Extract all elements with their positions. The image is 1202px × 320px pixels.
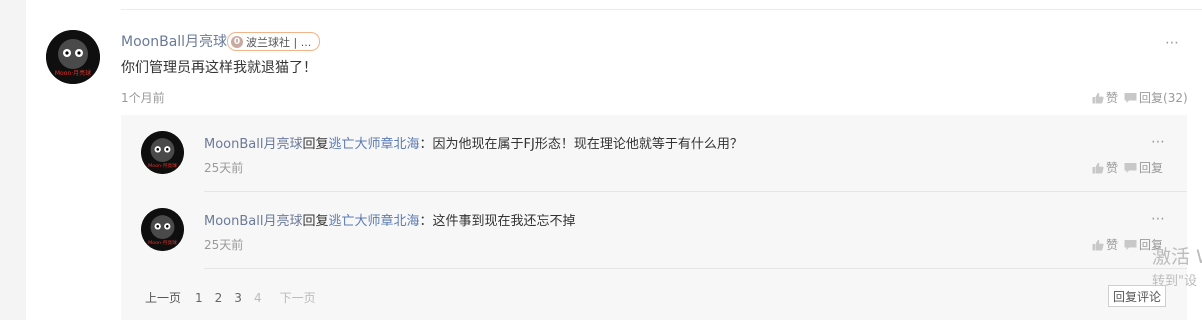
- reply-target-user[interactable]: 逃亡大师章北海: [329, 214, 420, 229]
- like-button[interactable]: 赞: [1092, 236, 1118, 253]
- pagination: 上一页 1 2 3 4 下一页: [145, 289, 316, 306]
- comment-actions: 赞 回复(32): [1092, 89, 1188, 106]
- like-button[interactable]: 赞: [1092, 159, 1118, 176]
- avatar[interactable]: Moon·月亮球: [46, 30, 100, 84]
- comment-text: 你们管理员再这样我就退猫了！: [121, 60, 317, 76]
- comment-bubble-icon: [1124, 239, 1137, 250]
- moonball-avatar-icon: Moon·月亮球: [46, 30, 100, 84]
- reply-word: 回复: [302, 214, 329, 229]
- comment-bubble-icon: [1124, 162, 1137, 173]
- page-4-button[interactable]: 4: [254, 291, 262, 305]
- thumbs-up-icon: [1092, 92, 1104, 103]
- moonball-avatar-icon: Moon·月亮球: [141, 208, 184, 251]
- comment-time: 1个月前: [121, 91, 165, 105]
- reply-button[interactable]: 回复: [1124, 159, 1163, 176]
- more-options-icon[interactable]: ⋯: [1151, 135, 1166, 149]
- reply-avatar[interactable]: Moon·月亮球: [141, 208, 184, 251]
- activation-watermark-subtitle: 转到"设: [1152, 274, 1197, 289]
- reply-content: MoonBall月亮球回复逃亡大师章北海：这件事到现在我还忘不掉: [204, 210, 576, 229]
- moonball-avatar-icon: Moon·月亮球: [141, 131, 184, 174]
- page-2-button[interactable]: 2: [215, 291, 223, 305]
- reply-divider: [204, 268, 1187, 269]
- group-badge[interactable]: 0 波兰球社 | ...: [227, 32, 321, 51]
- reply-username[interactable]: MoonBall月亮球: [204, 137, 302, 152]
- reply-username[interactable]: MoonBall月亮球: [204, 214, 302, 229]
- page: Moon·月亮球 MoonBall月亮球 0 波兰球社 | ... ⋯ 你们管理…: [0, 0, 1202, 320]
- reply-count-label: 回复(32): [1139, 91, 1188, 105]
- reply-content: MoonBall月亮球回复逃亡大师章北海：因为他现在属于FJ形态！现在理论他就等…: [204, 133, 743, 152]
- reply-colon: ：: [419, 214, 433, 229]
- reply-time: 25天前: [204, 161, 244, 175]
- level-badge: 0: [231, 35, 243, 48]
- like-label: 赞: [1106, 238, 1119, 252]
- activation-watermark-title: 激活 W: [1152, 246, 1202, 268]
- like-label: 赞: [1106, 161, 1119, 175]
- reply-avatar[interactable]: Moon·月亮球: [141, 131, 184, 174]
- svg-text:Moon·月亮球: Moon·月亮球: [55, 69, 91, 77]
- group-name: 波兰球社 | ...: [246, 35, 312, 49]
- reply-colon: ：: [419, 137, 433, 152]
- reply-text: 这件事到现在我还忘不掉: [432, 214, 576, 229]
- reply-text: 因为他现在属于FJ形态！现在理论他就等于有什么用？: [432, 137, 743, 152]
- thumbs-up-icon: [1092, 162, 1104, 173]
- more-options-icon[interactable]: ⋯: [1165, 36, 1180, 50]
- page-3-button[interactable]: 3: [234, 291, 242, 305]
- more-options-icon[interactable]: ⋯: [1151, 212, 1166, 226]
- reply-target-user[interactable]: 逃亡大师章北海: [329, 137, 420, 152]
- next-page-button[interactable]: 下一页: [280, 289, 316, 306]
- comment-bubble-icon: [1124, 92, 1137, 103]
- page-1-button[interactable]: 1: [195, 291, 203, 305]
- reply-label: 回复: [1139, 161, 1164, 175]
- like-button[interactable]: 赞: [1092, 89, 1118, 106]
- thumbs-up-icon: [1092, 239, 1104, 250]
- reply-count-button[interactable]: 回复(32): [1124, 89, 1188, 106]
- prev-page-button[interactable]: 上一页: [145, 289, 181, 306]
- divider: [121, 9, 1202, 10]
- comment-username[interactable]: MoonBall月亮球: [121, 31, 227, 51]
- reply-divider: [204, 191, 1187, 192]
- reply-time: 25天前: [204, 238, 244, 252]
- comment-panel: Moon·月亮球 MoonBall月亮球 0 波兰球社 | ... ⋯ 你们管理…: [26, 0, 1202, 320]
- like-label: 赞: [1106, 91, 1119, 105]
- reply-actions: 赞 回复: [1092, 159, 1163, 176]
- reply-word: 回复: [302, 137, 329, 152]
